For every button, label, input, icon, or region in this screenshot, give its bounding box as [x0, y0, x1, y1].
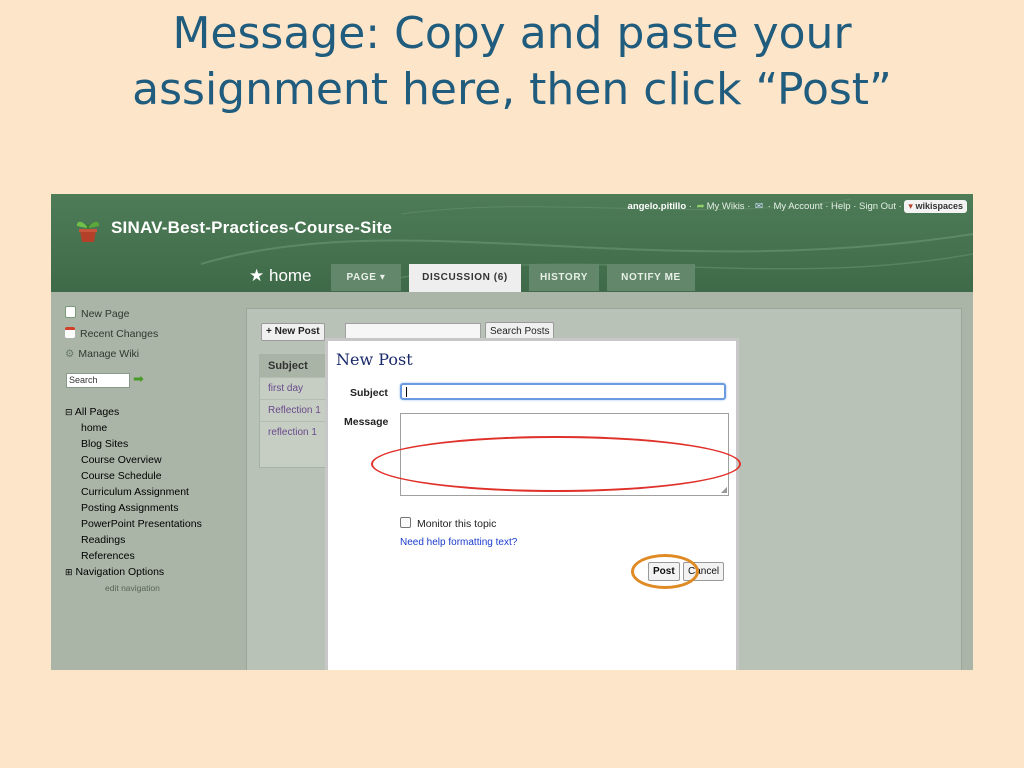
sidebar-page-link[interactable]: References [81, 548, 202, 564]
site-header: SINAV-Best-Practices-Course-Site angelo.… [51, 194, 973, 292]
sidebar-page-link[interactable]: Posting Assignments [81, 500, 202, 516]
all-pages-label: All Pages [74, 406, 120, 418]
topic-row[interactable]: reflection 1 [260, 421, 326, 443]
my-account-link[interactable]: My Account [773, 201, 822, 212]
new-post-button[interactable]: + New Post [261, 323, 325, 341]
sidebar-new-page-label: New Page [81, 308, 130, 320]
monitor-topic-label: Monitor this topic [417, 518, 497, 530]
sidebar-recent-changes-label: Recent Changes [80, 328, 159, 340]
tab-discussion[interactable]: DISCUSSION (6) [409, 264, 521, 292]
text-caret [406, 387, 407, 397]
tab-notify-me[interactable]: NOTIFY ME [607, 264, 695, 291]
arrow-icon: ➦ [696, 201, 705, 212]
subject-column-header[interactable]: Subject [260, 355, 326, 377]
help-link[interactable]: Help [831, 201, 851, 212]
monitor-topic-checkbox[interactable] [400, 517, 411, 528]
separator: · [747, 201, 751, 212]
gear-icon: ⚙ [65, 348, 75, 360]
new-post-dialog: New Post Subject Message ◢ Monitor this … [325, 338, 741, 670]
search-go-arrow-icon[interactable]: ➡ [133, 371, 144, 387]
my-wikis-link[interactable]: My Wikis [707, 201, 745, 212]
plant-icon: ▾ [908, 201, 913, 211]
sidebar-page-link[interactable]: PowerPoint Presentations [81, 516, 202, 532]
slide-title-line-2: assignment here, then click “Post” [132, 64, 892, 115]
tab-history[interactable]: HISTORY [529, 264, 599, 291]
tab-home[interactable]: ★ home [249, 266, 312, 286]
formatting-help-link[interactable]: Need help formatting text? [400, 537, 517, 548]
edit-navigation-link[interactable]: edit navigation [65, 580, 202, 596]
navigation-options-label: Navigation Options [75, 566, 165, 578]
plant-pot-icon [76, 221, 100, 242]
tab-history-label: HISTORY [539, 272, 589, 283]
separator: · [825, 201, 829, 212]
mail-icon[interactable]: ✉ [755, 201, 763, 212]
subject-input[interactable] [400, 383, 726, 400]
all-pages-list: ⊟ All Pages home Blog Sites Course Overv… [65, 404, 202, 596]
wikispaces-badge[interactable]: ▾ wikispaces [904, 200, 967, 213]
sidebar-pages: home Blog Sites Course Overview Course S… [65, 420, 202, 564]
dialog-title: New Post [336, 350, 413, 369]
separator: · [767, 201, 771, 212]
tab-page[interactable]: PAGE ▾ [331, 264, 401, 291]
tab-discussion-label: DISCUSSION (6) [422, 272, 508, 283]
expand-box-icon: ⊞ [65, 567, 73, 577]
topics-table: Subject first day Reflection 1 reflectio… [259, 354, 327, 468]
wiki-screenshot: SINAV-Best-Practices-Course-Site angelo.… [51, 194, 973, 670]
chevron-down-icon: ▾ [379, 272, 386, 283]
sidebar-recent-changes[interactable]: Recent Changes [65, 327, 158, 340]
new-page-icon [65, 306, 76, 318]
tab-notify-label: NOTIFY ME [621, 272, 681, 283]
all-pages-toggle[interactable]: ⊟ All Pages [65, 404, 202, 420]
tab-home-label: home [268, 266, 312, 285]
topic-row[interactable]: Reflection 1 [260, 399, 326, 421]
site-title[interactable]: SINAV-Best-Practices-Course-Site [111, 218, 392, 238]
navigation-options-toggle[interactable]: ⊞ Navigation Options [65, 564, 202, 580]
separator: · [898, 201, 902, 212]
separator: · [853, 201, 857, 212]
calendar-icon [65, 327, 75, 338]
slide-title: Message: Copy and paste your assignment … [60, 6, 964, 118]
sidebar-page-link[interactable]: Curriculum Assignment [81, 484, 202, 500]
sidebar-page-link[interactable]: Course Overview [81, 452, 202, 468]
sidebar-manage-wiki[interactable]: ⚙ Manage Wiki [65, 348, 139, 360]
red-highlight-ellipse [371, 436, 741, 492]
star-icon: ★ [249, 266, 265, 285]
sidebar-search-input[interactable]: Search [66, 373, 130, 388]
user-bar: angelo.pitillo · ➦ My Wikis · ✉ · My Acco… [628, 200, 967, 213]
resize-handle-icon[interactable]: ◢ [721, 486, 727, 494]
sidebar-page-link[interactable]: Readings [81, 532, 202, 548]
subject-label: Subject [350, 387, 388, 399]
sign-out-link[interactable]: Sign Out [859, 201, 896, 212]
collapse-box-icon: ⊟ [65, 407, 73, 417]
wikispaces-badge-label: wikispaces [915, 201, 963, 211]
topic-row[interactable]: first day [260, 377, 326, 399]
sidebar-manage-wiki-label: Manage Wiki [78, 348, 140, 360]
message-label: Message [344, 416, 389, 428]
username-link[interactable]: angelo.pitillo [628, 201, 687, 212]
sidebar-new-page[interactable]: New Page [65, 306, 129, 320]
tab-page-label: PAGE [346, 272, 377, 283]
separator: · [688, 201, 692, 212]
sidebar-page-link[interactable]: home [81, 420, 202, 436]
orange-highlight-ellipse [631, 554, 699, 589]
sidebar-page-link[interactable]: Course Schedule [81, 468, 202, 484]
sidebar-page-link[interactable]: Blog Sites [81, 436, 202, 452]
slide-title-line-1: Message: Copy and paste your [172, 8, 852, 59]
monitor-topic-option[interactable]: Monitor this topic [400, 517, 496, 530]
